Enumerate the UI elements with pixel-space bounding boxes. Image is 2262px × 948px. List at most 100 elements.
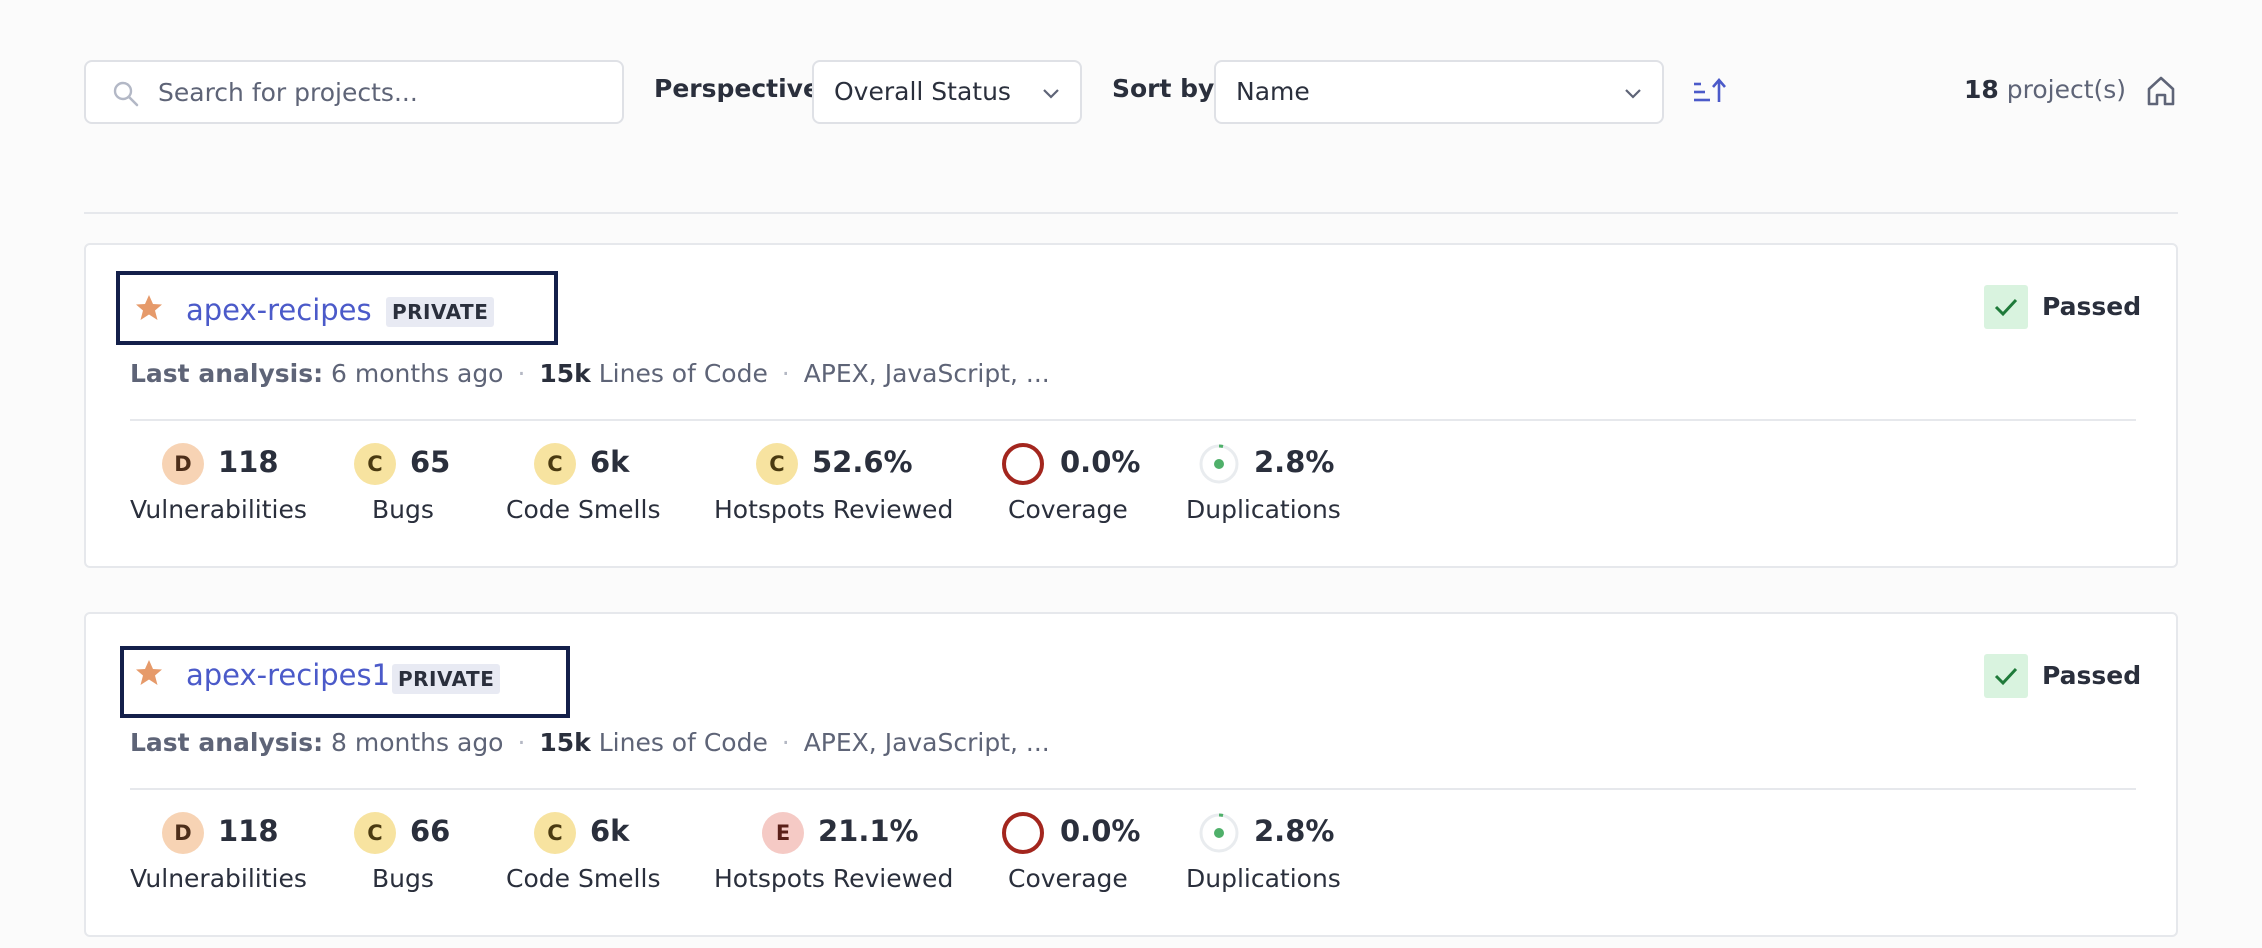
measure-hotspots-reviewed[interactable]: C 52.6% Hotspots Reviewed [714, 439, 954, 539]
measure-label: Bugs [372, 495, 434, 524]
measure-value: 6k [590, 445, 630, 479]
project-count-suffix: project(s) [1998, 75, 2127, 104]
rating-badge: C [534, 812, 576, 854]
measure-vulnerabilities[interactable]: D 118 Vulnerabilities [130, 439, 310, 539]
last-analysis-label: Last analysis: [130, 359, 324, 388]
measure-value: 65 [410, 445, 451, 479]
project-card: apex-recipes PRIVATE Passed Last analysi… [84, 243, 2178, 568]
quality-gate-status: Passed [1984, 654, 2141, 698]
quality-gate-text: Passed [2042, 661, 2142, 690]
project-meta: Last analysis: 8 months ago · 15k Lines … [130, 728, 1050, 757]
project-name-link[interactable]: apex-recipes [186, 293, 372, 327]
chevron-down-icon [1625, 89, 1641, 99]
rating-badge: D [162, 812, 204, 854]
last-analysis-value: 6 months ago [331, 359, 504, 388]
lines-of-code-label: Lines of Code [598, 728, 768, 757]
chevron-down-icon [1043, 89, 1059, 99]
rating-badge: C [756, 443, 798, 485]
measure-label: Duplications [1186, 495, 1341, 524]
check-icon [1994, 667, 2018, 686]
last-analysis-label: Last analysis: [130, 728, 324, 757]
quality-gate-text: Passed [2042, 292, 2142, 321]
measure-value: 118 [218, 445, 279, 479]
measure-coverage[interactable]: 0.0% Coverage [1000, 808, 1140, 908]
rating-badge: E [762, 812, 804, 854]
rating-badge: C [354, 812, 396, 854]
measure-value: 2.8% [1254, 814, 1335, 848]
sort-by-value: Name [1236, 77, 1310, 106]
coverage-ring-icon [1002, 812, 1044, 854]
projects-page: Perspective Overall Status Sort by Name … [0, 0, 2262, 948]
measure-label: Vulnerabilities [130, 495, 307, 524]
measure-code-smells[interactable]: C 6k Code Smells [506, 808, 666, 908]
perspective-select[interactable]: Overall Status [812, 60, 1082, 124]
duplications-ring-icon [1199, 813, 1239, 853]
measure-vulnerabilities[interactable]: D 118 Vulnerabilities [130, 808, 310, 908]
quality-gate-badge [1984, 654, 2028, 698]
sort-by-select[interactable]: Name [1214, 60, 1664, 124]
measure-value: 21.1% [818, 814, 919, 848]
sort-ascending-icon[interactable] [1692, 76, 1728, 108]
meta-separator: · [517, 359, 526, 388]
measure-label: Bugs [372, 864, 434, 893]
measure-bugs[interactable]: C 66 Bugs [354, 808, 474, 908]
visibility-badge: PRIVATE [392, 664, 501, 694]
measure-value: 6k [590, 814, 630, 848]
languages: APEX, JavaScript, ... [803, 359, 1050, 388]
measure-label: Code Smells [506, 495, 661, 524]
measure-hotspots-reviewed[interactable]: E 21.1% Hotspots Reviewed [714, 808, 954, 908]
perspective-value: Overall Status [834, 77, 1011, 106]
measure-label: Code Smells [506, 864, 661, 893]
measure-value: 52.6% [812, 445, 913, 479]
measure-code-smells[interactable]: C 6k Code Smells [506, 439, 666, 539]
coverage-ring-icon [1002, 443, 1044, 485]
measure-value: 0.0% [1060, 445, 1141, 479]
measure-duplications[interactable]: 2.8% Duplications [1186, 439, 1346, 539]
languages: APEX, JavaScript, ... [803, 728, 1050, 757]
sort-by-label: Sort by [1112, 74, 1215, 103]
meta-separator: · [517, 728, 526, 757]
lines-of-code-label: Lines of Code [598, 359, 768, 388]
toolbar-divider [84, 212, 2178, 214]
star-icon[interactable] [134, 293, 164, 323]
rating-badge: C [534, 443, 576, 485]
star-icon[interactable] [134, 658, 164, 688]
last-analysis-value: 8 months ago [331, 728, 504, 757]
measure-duplications[interactable]: 2.8% Duplications [1186, 808, 1346, 908]
projects-toolbar: Perspective Overall Status Sort by Name … [84, 60, 2178, 124]
lines-of-code-value: 15k [539, 359, 591, 388]
perspective-label: Perspective [654, 74, 820, 103]
measure-label: Duplications [1186, 864, 1341, 893]
project-name-link[interactable]: apex-recipes1 [186, 658, 390, 692]
project-meta: Last analysis: 6 months ago · 15k Lines … [130, 359, 1050, 388]
duplications-ring-icon [1199, 444, 1239, 484]
home-icon[interactable] [2144, 74, 2178, 108]
measure-label: Vulnerabilities [130, 864, 307, 893]
measure-coverage[interactable]: 0.0% Coverage [1000, 439, 1140, 539]
meta-separator: · [781, 359, 790, 388]
lines-of-code-value: 15k [539, 728, 591, 757]
measure-value: 0.0% [1060, 814, 1141, 848]
card-divider [130, 419, 2136, 421]
measure-value: 118 [218, 814, 279, 848]
measure-bugs[interactable]: C 65 Bugs [354, 439, 474, 539]
project-count: 18 project(s) [1964, 75, 2126, 104]
visibility-badge: PRIVATE [386, 297, 495, 327]
card-divider [130, 788, 2136, 790]
project-search-box[interactable] [84, 60, 624, 124]
measure-value: 66 [410, 814, 451, 848]
quality-gate-badge [1984, 285, 2028, 329]
project-count-number: 18 [1964, 75, 1999, 104]
measure-label: Coverage [1008, 864, 1128, 893]
measure-label: Hotspots Reviewed [714, 864, 954, 893]
rating-badge: D [162, 443, 204, 485]
measure-label: Hotspots Reviewed [714, 495, 954, 524]
project-card: apex-recipes1 PRIVATE Passed Last analys… [84, 612, 2178, 937]
rating-badge: C [354, 443, 396, 485]
search-icon [113, 81, 139, 107]
check-icon [1994, 298, 2018, 317]
measure-value: 2.8% [1254, 445, 1335, 479]
measure-label: Coverage [1008, 495, 1128, 524]
project-search-input[interactable] [158, 70, 608, 114]
meta-separator: · [781, 728, 790, 757]
